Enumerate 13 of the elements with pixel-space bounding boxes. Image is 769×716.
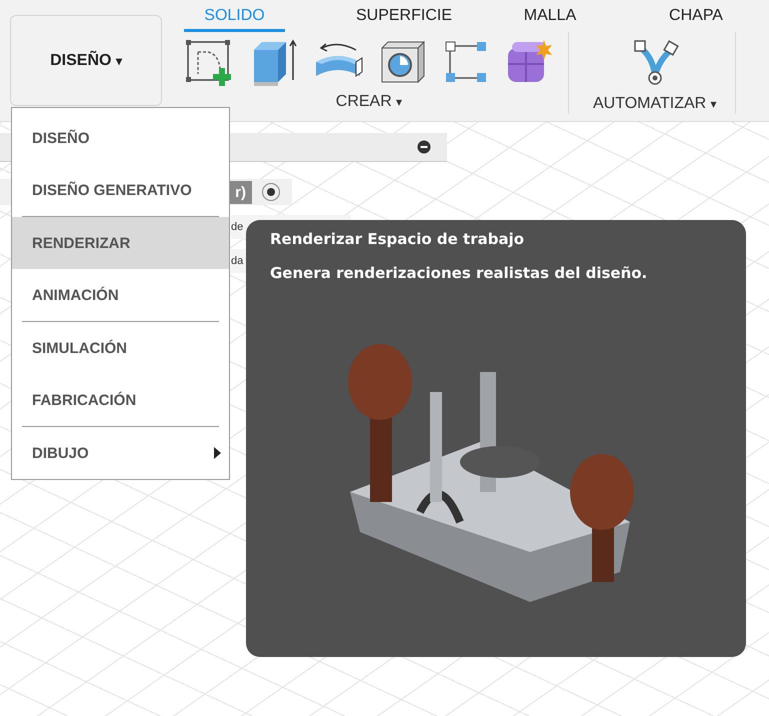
toolbar-tab[interactable]: MALLA [477,0,623,32]
tool-group-dropdown[interactable]: AUTOMATIZAR ▾ [591,91,719,117]
tooltip-title: Renderizar Espacio de trabajo [270,230,526,248]
workspace-button[interactable]: DISEÑO ▾ [10,15,162,106]
collapse-icon[interactable] [417,140,431,154]
toolbar-tab[interactable]: CHAPA [623,0,769,32]
radio-button[interactable] [262,183,280,201]
toolbar-tab[interactable]: SUPERFICIE [331,0,477,32]
tooltip-description: Genera renderizaciones realistas del diseño. [270,264,648,282]
tool-group-dropdown[interactable]: CREAR ▾ [334,89,404,115]
browser-chip: r) [229,180,252,204]
sketch-plus-icon[interactable] [184,38,234,86]
menu-item[interactable]: RENDERIZAR [12,217,229,269]
